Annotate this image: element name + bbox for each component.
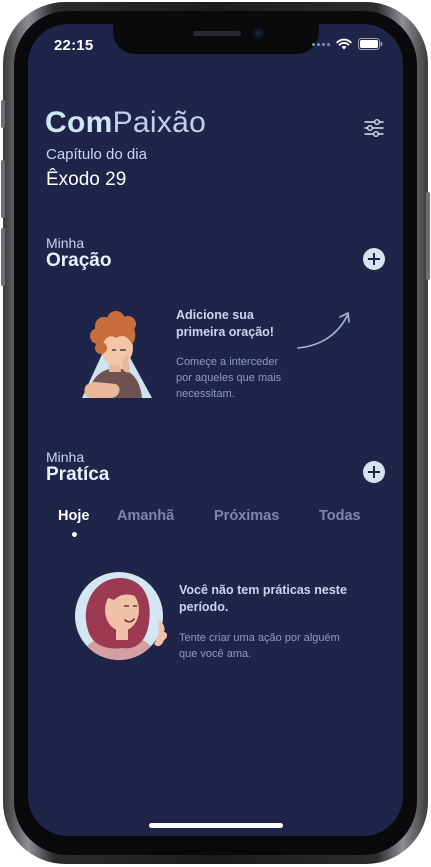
status-time: 22:15: [54, 37, 94, 54]
thinking-person-illustration: [82, 311, 152, 398]
tab-amanha[interactable]: Amanhã: [117, 508, 174, 524]
chapter-label: Capítulo do dia: [46, 146, 147, 163]
tab-todas[interactable]: Todas: [319, 508, 361, 524]
volume-up-button: [1, 160, 5, 218]
status-icons: [312, 38, 383, 50]
notch: [113, 24, 319, 54]
front-camera: [253, 28, 264, 39]
prayer-section-small-label: Minha: [46, 235, 85, 251]
mute-switch: [1, 100, 5, 128]
logo-bold-text: Com: [45, 106, 113, 139]
prayer-empty-title: Adicione sua primeira oração!: [176, 307, 274, 341]
woman-illustration: [75, 572, 167, 660]
add-prayer-button[interactable]: [363, 248, 385, 270]
speaker-grille: [193, 31, 241, 36]
battery-icon: [358, 38, 383, 50]
practice-section-title: Pratíca: [46, 464, 110, 485]
power-button: [426, 192, 430, 280]
prayer-empty-desc-line3: necessitam.: [176, 388, 235, 400]
signal-icon: [312, 42, 330, 46]
tab-hoje[interactable]: Hoje: [58, 508, 89, 524]
practice-empty-title-line1: Você não tem práticas neste: [179, 583, 347, 597]
active-tab-indicator: [72, 532, 77, 537]
volume-down-button: [1, 228, 5, 286]
practice-tabs: Hoje Amanhã Próximas Todas: [28, 508, 403, 538]
curved-arrow-icon: [297, 312, 350, 349]
practice-empty-title: Você não tem práticas neste período.: [179, 582, 347, 616]
prayer-empty-desc-line1: Começe a interceder: [176, 356, 279, 368]
practice-empty-desc-line2: que você ama.: [179, 648, 252, 660]
app-screen: 22:15 ComPaixão Capítulo do dia Êxodo 29…: [28, 24, 403, 836]
prayer-empty-title-line1: Adicione sua: [176, 308, 254, 322]
practice-empty-desc-line1: Tente criar uma ação por alguém: [179, 632, 340, 644]
prayer-section-title: Oração: [46, 250, 112, 271]
sliders-icon[interactable]: [363, 117, 385, 139]
practice-section-small-label: Minha: [46, 449, 85, 465]
home-indicator[interactable]: [149, 823, 283, 828]
prayer-empty-desc-line2: por aqueles que mais: [176, 372, 282, 384]
add-practice-button[interactable]: [363, 461, 385, 483]
practice-empty-title-line2: período.: [179, 600, 229, 614]
wifi-icon: [336, 38, 352, 50]
chapter-value[interactable]: Êxodo 29: [46, 169, 126, 191]
app-logo: ComPaixão: [45, 106, 206, 140]
logo-light-text: Paixão: [112, 106, 207, 139]
tab-proximas[interactable]: Próximas: [214, 508, 279, 524]
prayer-empty-title-line2: primeira oração!: [176, 325, 274, 339]
practice-empty-description: Tente criar uma ação por alguém que você…: [179, 630, 340, 662]
prayer-empty-description: Começe a interceder por aqueles que mais…: [176, 354, 281, 402]
